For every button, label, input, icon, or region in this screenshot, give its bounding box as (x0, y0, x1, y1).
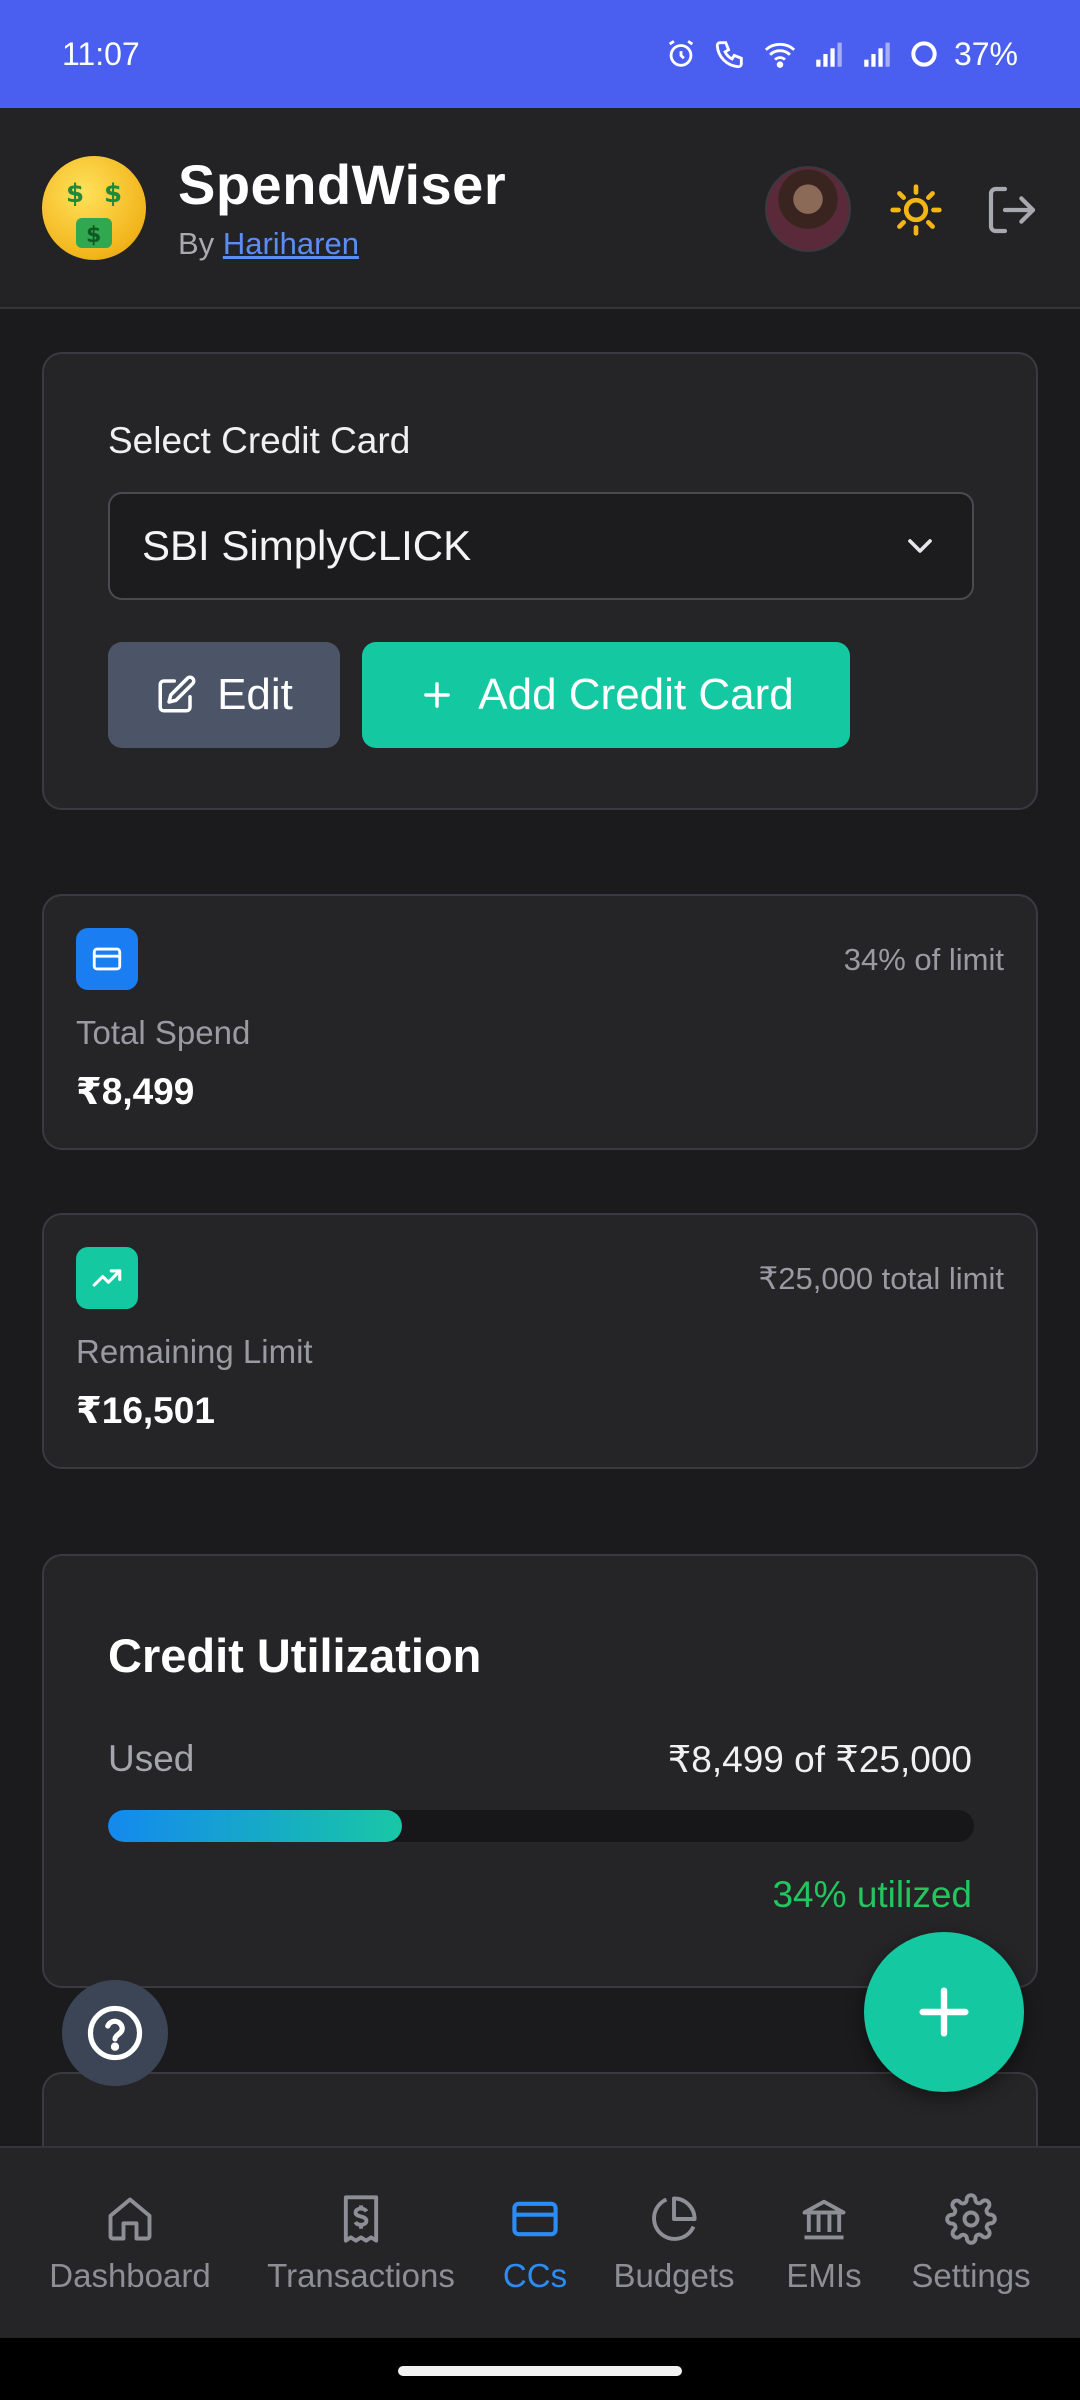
theme-toggle-button[interactable] (888, 182, 944, 238)
logout-button[interactable] (984, 182, 1040, 238)
nav-label-settings: Settings (911, 2257, 1031, 2294)
add-transaction-fab[interactable] (864, 1932, 1024, 2092)
home-gesture-handle[interactable] (398, 2366, 682, 2376)
avatar[interactable] (765, 166, 851, 252)
bottom-navigation: Dashboard Transactions CCs Budgets EMIs … (0, 2146, 1080, 2338)
utilization-percent: 34% utilized (772, 1874, 972, 1915)
app-title: SpendWiser (178, 153, 507, 216)
total-spend-label: Total Spend (76, 1014, 251, 1051)
alarm-icon (668, 40, 694, 67)
selected-card-value: SBI SimplyCLICK (142, 522, 472, 569)
edit-label: Edit (217, 670, 293, 719)
remaining-limit-value: ₹16,501 (76, 1390, 215, 1431)
author-link[interactable]: Hariharen (223, 226, 359, 261)
svg-text:$: $ (104, 179, 122, 209)
total-spend-value: ₹8,499 (76, 1071, 195, 1112)
app-header: $ $ $ SpendWiser By Hariharen (0, 108, 1080, 309)
edit-card-button[interactable]: Edit (108, 642, 340, 748)
credit-card-icon (76, 928, 138, 990)
credit-card-select[interactable]: SBI SimplyCLICK (108, 492, 974, 600)
signal-icon (816, 42, 842, 67)
sun-icon (890, 184, 942, 236)
status-icons: 37% (664, 36, 1018, 73)
utilization-amount: ₹8,499 of ₹25,000 (667, 1739, 972, 1780)
bank-icon (802, 2199, 846, 2240)
chevron-down-icon (908, 539, 932, 553)
utilization-title: Credit Utilization (108, 1629, 482, 1682)
nav-item-transactions[interactable]: Transactions (252, 2148, 470, 2340)
battery-icon (911, 41, 937, 67)
receipt-icon (343, 2195, 379, 2243)
utilization-used-label: Used (108, 1738, 195, 1779)
total-spend-card: 34% of limit Total Spend ₹8,499 (42, 894, 1038, 1150)
battery-level: 37% (953, 35, 1018, 72)
nav-label-dashboard: Dashboard (49, 2257, 211, 2294)
wifi-icon (764, 42, 796, 68)
status-bar: 11:07 37% (0, 0, 1080, 108)
nav-item-settings[interactable]: Settings (898, 2148, 1044, 2340)
total-limit-note: ₹25,000 total limit (758, 1261, 1004, 1296)
nav-label-ccs: CCs (502, 2257, 568, 2294)
spend-limit-note: 34% of limit (843, 942, 1004, 977)
select-card-label: Select Credit Card (108, 420, 411, 461)
nav-item-emis[interactable]: EMIs (772, 2148, 876, 2340)
edit-icon (158, 675, 196, 713)
add-credit-card-button[interactable]: Add Credit Card (362, 642, 850, 748)
remaining-limit-label: Remaining Limit (76, 1333, 313, 1370)
credit-utilization-card: Credit Utilization Used ₹8,499 of ₹25,00… (42, 1554, 1038, 1988)
svg-text:$: $ (66, 179, 84, 209)
nav-item-ccs[interactable]: CCs (490, 2148, 580, 2340)
credit-card-selector-card: Select Credit Card SBI SimplyCLICK Edit … (42, 352, 1038, 810)
byline-prefix: By (178, 226, 215, 261)
nav-label-emis: EMIs (786, 2257, 862, 2294)
nav-item-budgets[interactable]: Budgets (598, 2148, 750, 2340)
add-card-label: Add Credit Card (478, 670, 794, 719)
home-icon (108, 2197, 152, 2241)
svg-text:$: $ (86, 223, 101, 248)
status-time: 11:07 (62, 35, 140, 72)
utilization-progress-fill (108, 1810, 403, 1842)
plus-icon (424, 682, 451, 708)
remaining-limit-card: ₹25,000 total limit Remaining Limit ₹16,… (42, 1213, 1038, 1469)
pie-chart-icon (652, 2196, 697, 2241)
byline: By Hariharen (178, 226, 359, 262)
signal-icon-2 (864, 42, 890, 67)
nav-item-dashboard[interactable]: Dashboard (40, 2148, 220, 2340)
trending-up-icon (76, 1247, 138, 1309)
logout-icon (988, 186, 1036, 234)
nav-label-budgets: Budgets (613, 2257, 735, 2294)
gear-icon (945, 2193, 997, 2245)
nav-label-transactions: Transactions (267, 2257, 455, 2294)
help-icon (87, 2005, 143, 2061)
money-mouth-face-icon: $ $ $ (42, 156, 146, 260)
call-icon (715, 41, 743, 69)
plus-icon (919, 1987, 969, 2037)
credit-card-icon (512, 2201, 558, 2237)
help-button[interactable] (62, 1980, 168, 2086)
utilization-progress-bar (108, 1810, 974, 1842)
